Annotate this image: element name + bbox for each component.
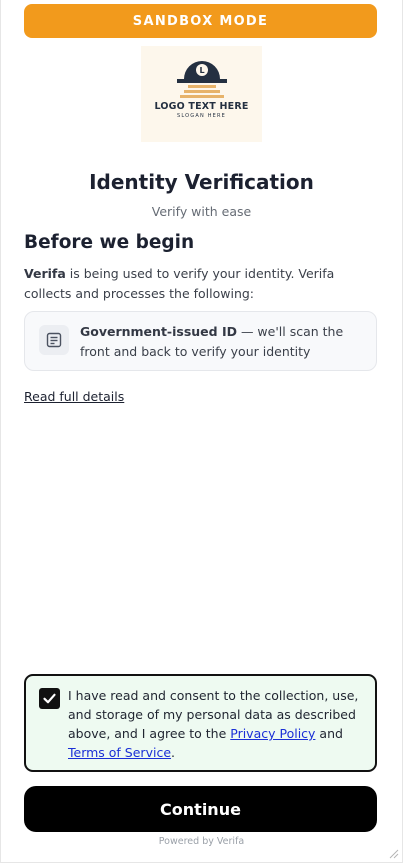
sandbox-mode-label: SANDBOX MODE <box>132 13 269 29</box>
sandbox-mode-banner: SANDBOX MODE <box>24 4 377 38</box>
continue-button-label: Continue <box>160 799 241 819</box>
consent-checkbox[interactable] <box>39 688 60 709</box>
company-logo: L LOGO TEXT HERE SLOGAN HERE <box>141 46 262 142</box>
consent-period: . <box>171 745 175 760</box>
logo-mark-icon: L <box>176 61 227 98</box>
consent-text: I have read and consent to the collectio… <box>68 686 368 762</box>
document-icon <box>39 325 69 355</box>
intro-text: is being used to verify your identity. V… <box>24 266 335 301</box>
brand-name: Verifa <box>24 266 66 281</box>
section-heading: Before we begin <box>24 232 195 253</box>
logo-slogan: SLOGAN HERE <box>176 113 227 119</box>
resize-handle-icon[interactable] <box>387 847 399 859</box>
read-full-details-link[interactable]: Read full details <box>24 389 124 404</box>
page-subtitle: Verify with ease <box>151 204 252 219</box>
intro-description: Verifa is being used to verify your iden… <box>24 264 384 304</box>
logo-mark-letter: L <box>199 66 204 75</box>
page-title: Identity Verification <box>89 170 314 194</box>
consent-box[interactable]: I have read and consent to the collectio… <box>24 674 377 772</box>
powered-by: Powered by Verifa <box>158 836 245 847</box>
continue-button[interactable]: Continue <box>24 786 377 832</box>
consent-and: and <box>315 726 343 741</box>
logo-text: LOGO TEXT HERE <box>154 101 249 112</box>
requirement-card-government-id: Government-issued ID — we'll scan the fr… <box>24 311 377 371</box>
privacy-policy-link[interactable]: Privacy Policy <box>230 726 315 741</box>
requirement-text: Government-issued ID — we'll scan the fr… <box>80 322 370 362</box>
requirement-title: Government-issued ID <box>80 324 237 339</box>
terms-of-service-link[interactable]: Terms of Service <box>68 745 171 760</box>
checkmark-icon <box>43 693 56 704</box>
